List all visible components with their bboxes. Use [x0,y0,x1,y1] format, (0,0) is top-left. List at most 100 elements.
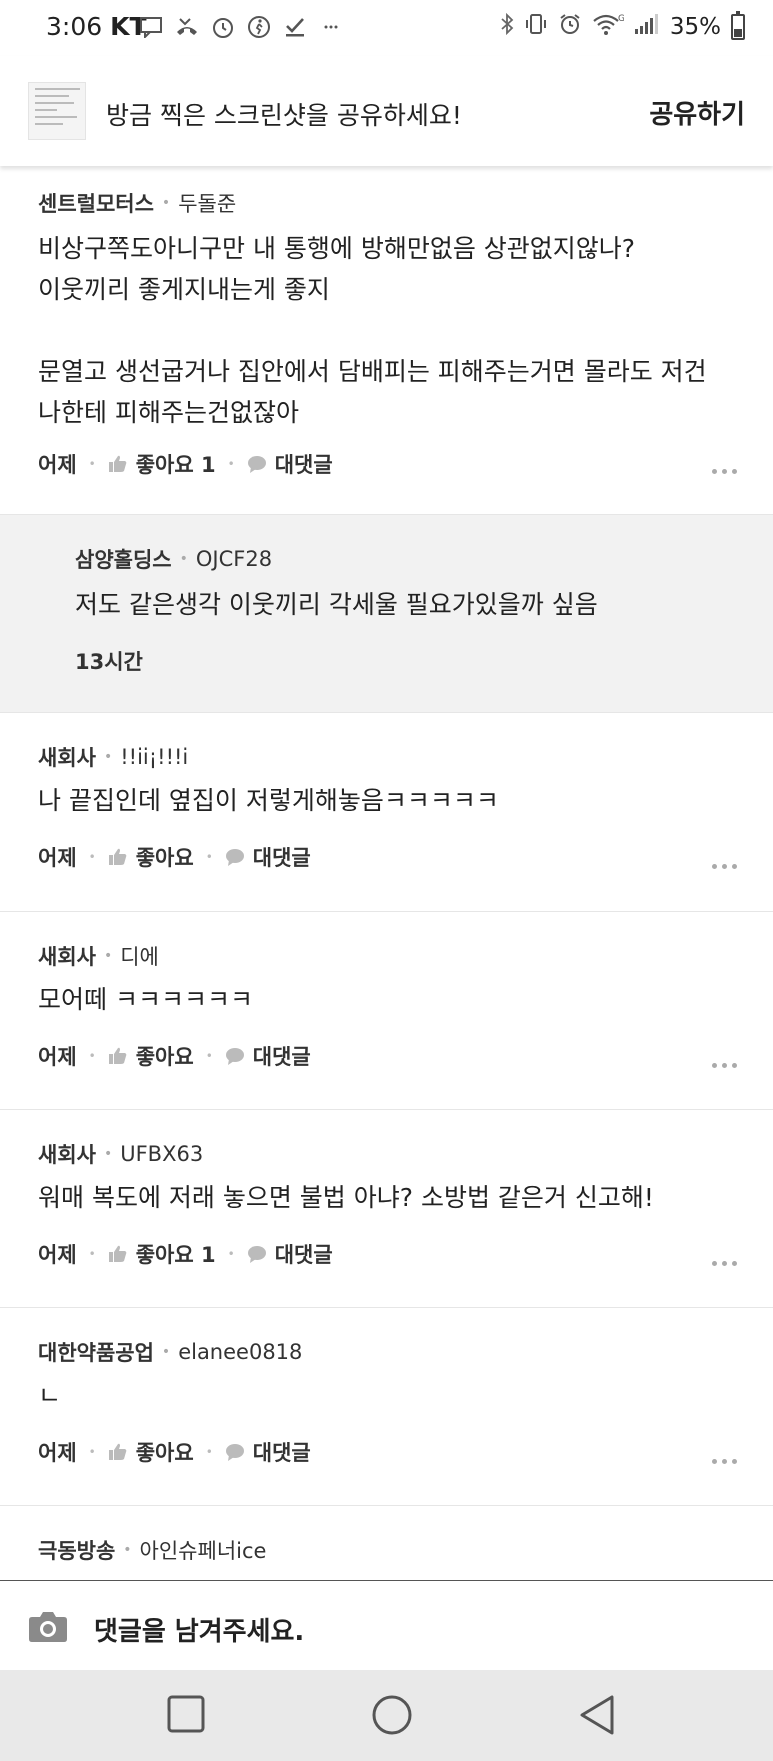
wifi-icon: G [592,12,625,42]
missed-call-icon [174,14,200,40]
reply-label: 대댓글 [252,846,311,870]
comment-company[interactable]: 삼양홀딩스 [75,544,172,574]
back-triangle-icon [580,1695,614,1735]
comment-body: 모어떼 ㅋㅋㅋㅋㅋㅋ [38,985,253,1014]
reply-label: 대댓글 [252,1045,311,1069]
speech-bubble-icon [247,1246,266,1263]
more-options-icon[interactable] [712,1459,737,1464]
thumbs-up-icon [108,455,127,472]
status-time: 3:06 KT [46,12,147,41]
speech-bubble-icon [247,456,266,473]
check-icon [282,14,308,40]
comment-time: 어제 [38,1045,77,1069]
like-button[interactable]: 좋아요 [108,842,194,872]
comment-body: 비상구쪽도아니구만 내 통행에 방해만없음 상관없지않나? 이웃끼리 좋게지내는… [38,234,707,427]
comment-company[interactable]: 새회사 [38,941,96,971]
speech-bubble-icon [225,1444,244,1461]
battery-icon [731,11,745,40]
like-label: 좋아요 [135,1441,194,1465]
share-button[interactable]: 공유하기 [649,94,745,131]
comment-input-bar[interactable]: 댓글을 남겨주세요. [0,1580,773,1670]
comment-header: 극동방송 • 아인슈페너ice [38,1535,266,1565]
like-button[interactable]: 좋아요 1 [108,449,216,479]
comment-meta: 어제 • 좋아요 • 대댓글 [38,1041,311,1071]
reply-button[interactable]: 대댓글 [225,1437,311,1467]
speech-bubble-icon [225,1048,244,1065]
thumbs-up-icon [108,1443,127,1460]
comment-body: 워매 복도에 저래 놓으면 불법 아냐? 소방법 같은거 신고해! [38,1183,654,1212]
reply-button[interactable]: 대댓글 [247,449,333,479]
circle-icon [372,1695,412,1735]
recent-apps-button[interactable] [166,1694,206,1738]
battery-percent: 35% [669,14,721,40]
svg-text:G: G [618,14,624,24]
comment-body: 나 끝집인데 옆집이 저렇게해놓음ㅋㅋㅋㅋㅋ [38,786,499,815]
reply-button[interactable]: 대댓글 [247,1239,333,1269]
back-button[interactable] [578,1694,616,1740]
comment-username: 두돌준 [178,192,237,216]
home-button[interactable] [371,1694,413,1740]
vibrate-icon [524,12,548,42]
fitness-icon [246,14,272,40]
reply-button[interactable]: 대댓글 [225,1041,311,1071]
comment-username: elanee0818 [178,1340,303,1364]
more-options-icon[interactable] [712,864,737,869]
more-options-icon[interactable] [712,1063,737,1068]
comment-username: OJCF28 [195,547,273,571]
comment-header: 새회사 • UFBX63 [38,1139,203,1169]
status-bar: 3:06 KT G 35% [0,0,773,56]
square-icon [167,1695,205,1733]
comment-item: 새회사 • UFBX63 워매 복도에 저래 놓으면 불법 아냐? 소방법 같은… [0,1110,773,1308]
reply-label: 대댓글 [274,453,333,477]
bluetooth-icon [500,12,514,42]
comment-company[interactable]: 극동방송 [38,1535,115,1565]
comment-item: 새회사 • !!ii¡!!!i 나 끝집인데 옆집이 저렇게해놓음ㅋㅋㅋㅋㅋ 어… [0,713,773,912]
more-options-icon[interactable] [712,469,737,474]
comment-body: ㄴ [38,1381,62,1410]
message-icon [138,14,164,40]
like-label: 좋아요 [135,846,194,870]
thumbs-up-icon [108,1245,127,1262]
more-options-icon[interactable] [712,1261,737,1266]
alarm-icon [558,12,582,42]
comment-username: 아인슈페너ice [139,1539,267,1563]
comment-company[interactable]: 센트럴모터스 [38,188,154,218]
like-label: 좋아요 1 [135,453,216,477]
reply-comment-item: 삼양홀딩스 • OJCF28 저도 같은생각 이웃끼리 각세울 필요가있을까 싶… [0,515,773,713]
comment-time: 13시간 [75,650,143,674]
comment-meta: 어제 • 좋아요 1 • 대댓글 [38,1239,333,1269]
screenshot-thumbnail[interactable] [28,82,86,140]
reply-button[interactable]: 대댓글 [225,842,311,872]
thumbs-up-icon [108,848,127,865]
like-label: 좋아요 1 [135,1243,216,1267]
comment-list: 센트럴모터스 • 두돌준 비상구쪽도아니구만 내 통행에 방해만없음 상관없지않… [0,166,773,1596]
comment-header: 센트럴모터스 • 두돌준 [38,188,236,218]
comment-username: UFBX63 [120,1142,204,1166]
comment-header: 대한약품공업 • elanee0818 [38,1337,302,1367]
comment-item: 새회사 • 디에 모어떼 ㅋㅋㅋㅋㅋㅋ 어제 • 좋아요 • 대댓글 [0,912,773,1110]
comment-input-field[interactable]: 댓글을 남겨주세요. [94,1611,304,1648]
like-label: 좋아요 [135,1045,194,1069]
comment-header: 삼양홀딩스 • OJCF28 [75,544,272,574]
comment-item: 대한약품공업 • elanee0818 ㄴ 어제 • 좋아요 • 대댓글 [0,1308,773,1506]
comment-body: 저도 같은생각 이웃끼리 각세울 필요가있을까 싶음 [75,590,598,619]
comment-company[interactable]: 대한약품공업 [38,1337,154,1367]
reply-label: 대댓글 [252,1441,311,1465]
like-button[interactable]: 좋아요 [108,1041,194,1071]
voicemail-icon [210,14,236,40]
speech-bubble-icon [225,849,244,866]
comment-item: 센트럴모터스 • 두돌준 비상구쪽도아니구만 내 통행에 방해만없음 상관없지않… [0,166,773,515]
system-navigation-bar [0,1670,773,1761]
comment-header: 새회사 • 디에 [38,941,159,971]
comment-meta: 어제 • 좋아요 1 • 대댓글 [38,449,333,479]
signal-icon [634,12,660,42]
comment-company[interactable]: 새회사 [38,742,96,772]
reply-label: 대댓글 [274,1243,333,1267]
share-screenshot-banner[interactable]: 방금 찍은 스크린샷을 공유하세요! 공유하기 [0,56,773,166]
comment-time: 어제 [38,846,77,870]
comment-time: 어제 [38,453,77,477]
camera-icon[interactable] [28,1609,68,1647]
comment-company[interactable]: 새회사 [38,1139,96,1169]
like-button[interactable]: 좋아요 1 [108,1239,216,1269]
like-button[interactable]: 좋아요 [108,1437,194,1467]
